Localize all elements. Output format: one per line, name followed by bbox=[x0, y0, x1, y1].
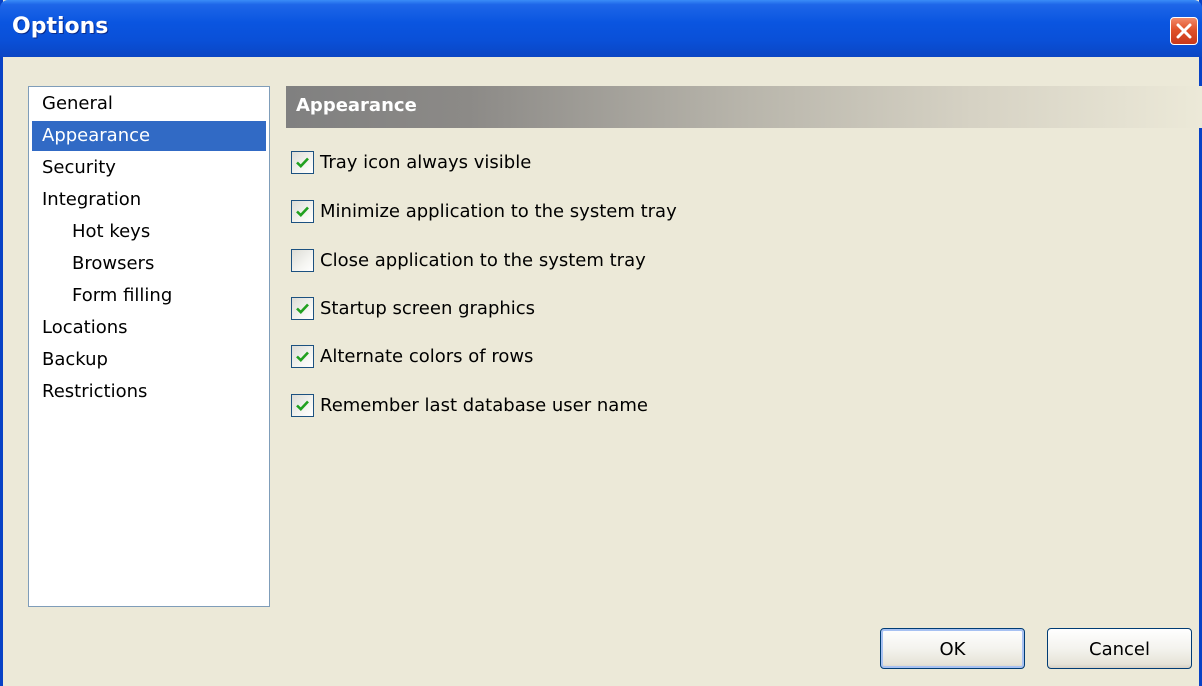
nav-item-label: Security bbox=[42, 157, 116, 178]
nav-item-label: Appearance bbox=[42, 125, 151, 146]
close-button[interactable] bbox=[1170, 17, 1198, 45]
section-title: Appearance bbox=[296, 95, 417, 116]
nav-item-hot-keys[interactable]: Hot keys bbox=[32, 217, 266, 247]
checkmark-icon bbox=[296, 157, 309, 169]
checkmark-icon bbox=[296, 351, 309, 363]
checkmark-icon bbox=[296, 206, 309, 218]
option-label: Remember last database user name bbox=[320, 395, 648, 416]
nav-item-label: Backup bbox=[42, 349, 108, 370]
checkmark-icon bbox=[296, 400, 309, 412]
checkbox[interactable] bbox=[291, 394, 314, 417]
ok-button[interactable]: OK bbox=[880, 628, 1025, 669]
nav-item-integration[interactable]: Integration bbox=[32, 185, 266, 215]
nav-item-label: Hot keys bbox=[72, 221, 151, 242]
nav-item-label: Browsers bbox=[72, 253, 155, 274]
checkbox[interactable] bbox=[291, 345, 314, 368]
nav-item-label: Restrictions bbox=[42, 381, 148, 402]
options-dialog: Options General Appearance Security Inte… bbox=[0, 0, 1202, 686]
checkbox[interactable] bbox=[291, 200, 314, 223]
nav-item-backup[interactable]: Backup bbox=[32, 345, 266, 375]
nav-item-label: Form filling bbox=[72, 285, 173, 306]
checkbox[interactable] bbox=[291, 249, 314, 272]
nav-item-security[interactable]: Security bbox=[32, 153, 266, 183]
option-label: Tray icon always visible bbox=[320, 152, 532, 173]
section-header: Appearance bbox=[286, 86, 1202, 128]
nav-item-browsers[interactable]: Browsers bbox=[32, 249, 266, 279]
nav-item-label: Integration bbox=[42, 189, 142, 210]
option-label: Alternate colors of rows bbox=[320, 346, 534, 367]
checkmark-icon bbox=[296, 303, 309, 315]
checkbox[interactable] bbox=[291, 151, 314, 174]
nav-item-restrictions[interactable]: Restrictions bbox=[32, 377, 266, 407]
option-label: Startup screen graphics bbox=[320, 298, 536, 319]
nav-item-general[interactable]: General bbox=[32, 89, 266, 119]
nav-item-label: Locations bbox=[42, 317, 128, 338]
close-icon bbox=[1176, 23, 1192, 39]
nav-item-label: General bbox=[42, 93, 113, 114]
window-title: Options bbox=[12, 14, 109, 39]
nav-item-form-filling[interactable]: Form filling bbox=[32, 281, 266, 311]
checkbox[interactable] bbox=[291, 297, 314, 320]
cancel-button[interactable]: Cancel bbox=[1047, 628, 1192, 669]
nav-item-locations[interactable]: Locations bbox=[32, 313, 266, 343]
category-list[interactable]: General Appearance Security Integration … bbox=[28, 86, 270, 607]
option-label: Close application to the system tray bbox=[320, 250, 646, 271]
nav-item-appearance[interactable]: Appearance bbox=[32, 121, 266, 151]
title-bar[interactable]: Options bbox=[0, 0, 1202, 57]
option-label: Minimize application to the system tray bbox=[320, 201, 677, 222]
